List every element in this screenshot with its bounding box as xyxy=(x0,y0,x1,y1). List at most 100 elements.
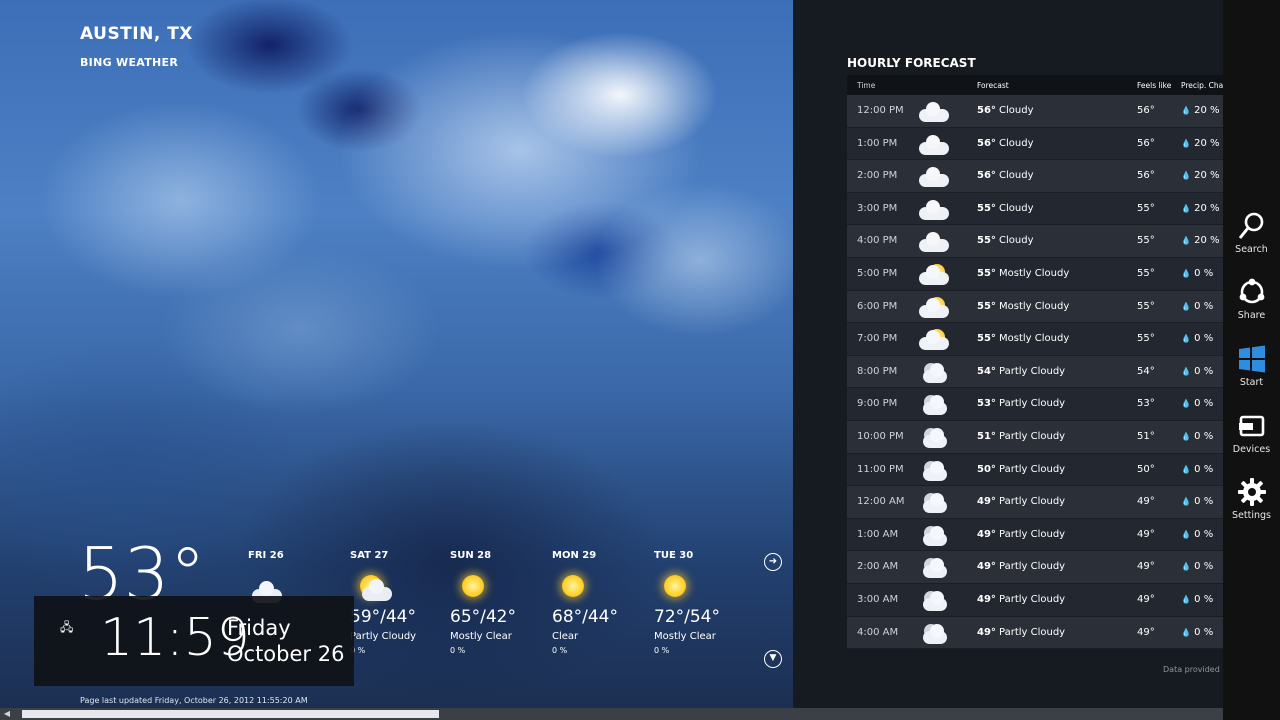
row-feels-like: 55° xyxy=(1137,267,1155,279)
row-temp: 49° xyxy=(977,561,996,573)
hourly-row[interactable]: 8:00 PM 54° Partly Cloudy 54° 💧 0 % xyxy=(847,355,1223,389)
daily-forecast-tue[interactable]: TUE 30 72°/54° Mostly Clear 0 % xyxy=(654,550,764,655)
scroll-down-arrow-icon[interactable]: ▼ xyxy=(764,650,782,668)
hourly-row[interactable]: 11:00 PM 50° Partly Cloudy 50° 💧 0 % xyxy=(847,453,1223,487)
row-precip-value: 0 % xyxy=(1194,496,1214,508)
row-condition: Partly Cloudy xyxy=(999,593,1066,605)
cloudy-icon xyxy=(919,166,949,188)
row-precip-value: 0 % xyxy=(1194,593,1214,605)
daily-forecast-sun[interactable]: SUN 28 65°/42° Mostly Clear 0 % xyxy=(450,550,560,655)
next-days-arrow-icon[interactable]: ➜ xyxy=(764,553,782,571)
hourly-row[interactable]: 12:00 AM 49° Partly Cloudy 49° 💧 0 % xyxy=(847,486,1223,519)
droplet-icon: 💧 xyxy=(1181,562,1191,572)
mostly-cloudy-icon xyxy=(919,263,949,286)
charm-label: Devices xyxy=(1232,444,1271,455)
charm-search[interactable]: Search xyxy=(1223,210,1280,255)
hourly-forecast-panel: HOURLY FORECAST Time Forecast Feels like… xyxy=(793,0,1223,708)
daily-forecast-mon[interactable]: MON 29 68°/44° Clear 0 % xyxy=(552,550,662,655)
hourly-row[interactable]: 10:00 PM 51° Partly Cloudy 51° 💧 0 % xyxy=(847,420,1223,454)
day-temp: 72°/54° xyxy=(654,607,720,627)
row-temp: 51° xyxy=(977,430,996,442)
hourly-row[interactable]: 4:00 AM 49° Partly Cloudy 49° 💧 0 % xyxy=(847,616,1223,650)
scroll-left-arrow-icon[interactable]: ◀ xyxy=(0,708,14,720)
partly-cloudy-night-icon xyxy=(919,427,949,449)
hourly-forecast-title: HOURLY FORECAST xyxy=(847,56,976,70)
row-condition: Partly Cloudy xyxy=(999,496,1066,508)
horizontal-scrollbar[interactable]: ◀ xyxy=(0,708,1223,720)
header-forecast: Forecast xyxy=(977,81,1009,90)
row-temp: 53° xyxy=(977,398,996,410)
row-temp: 54° xyxy=(977,365,996,377)
row-condition: Partly Cloudy xyxy=(999,398,1066,410)
location-title[interactable]: AUSTIN, TX xyxy=(80,24,193,44)
charm-share[interactable]: Share xyxy=(1223,276,1280,321)
row-time: 12:00 AM xyxy=(857,496,905,508)
hourly-forecast-table: Time Forecast Feels like Precip. Chance … xyxy=(847,75,1223,650)
day-condition: Partly Cloudy xyxy=(350,631,417,642)
row-precip: 💧 20 % xyxy=(1181,170,1220,181)
data-provided-text[interactable]: Data provided b xyxy=(1163,665,1223,674)
droplet-icon: 💧 xyxy=(1181,171,1191,181)
mostly-cloudy-icon xyxy=(919,329,949,351)
hourly-row[interactable]: 3:00 PM 55° Cloudy 55° 💧 20 % xyxy=(847,192,1223,226)
row-temp: 50° xyxy=(977,463,996,475)
hourly-row[interactable]: 1:00 PM 56° Cloudy 56° 💧 20 % xyxy=(847,127,1223,161)
charm-devices[interactable]: Devices xyxy=(1223,410,1280,455)
day-name: SAT 27 xyxy=(350,550,389,561)
windows-icon xyxy=(1223,343,1280,375)
row-condition: Partly Cloudy xyxy=(999,528,1066,540)
row-temp: 55° xyxy=(977,333,996,345)
droplet-icon: 💧 xyxy=(1181,203,1191,213)
charm-settings[interactable]: Settings xyxy=(1223,476,1280,521)
partly-cloudy-night-icon xyxy=(919,623,949,645)
hourly-row[interactable]: 7:00 PM 55° Mostly Cloudy 55° 💧 0 % xyxy=(847,323,1223,356)
row-precip-value: 0 % xyxy=(1194,626,1214,638)
row-precip-value: 0 % xyxy=(1194,430,1214,442)
hourly-row[interactable]: 2:00 AM 49° Partly Cloudy 49° 💧 0 % xyxy=(847,551,1223,584)
partly-cloudy-night-icon xyxy=(919,492,949,514)
row-precip-value: 0 % xyxy=(1194,333,1214,345)
network-icon: 🖧 xyxy=(60,620,74,634)
header-precip: Precip. Chance xyxy=(1181,81,1223,90)
clock-day: Friday xyxy=(227,616,291,640)
hourly-row[interactable]: 1:00 AM 49° Partly Cloudy 49° 💧 0 % xyxy=(847,518,1223,552)
row-precip: 💧 0 % xyxy=(1181,268,1213,279)
hourly-row[interactable]: 2:00 PM 56° Cloudy 56° 💧 20 % xyxy=(847,160,1223,193)
day-precip: 0 % xyxy=(350,646,366,655)
row-time: 5:00 PM xyxy=(857,267,898,279)
row-precip-value: 0 % xyxy=(1194,365,1214,377)
row-feels-like: 51° xyxy=(1137,430,1155,442)
hourly-row[interactable]: 9:00 PM 53° Partly Cloudy 53° 💧 0 % xyxy=(847,388,1223,421)
daily-forecast-sat[interactable]: SAT 27 59°/44° Partly Cloudy 0 % xyxy=(350,550,460,655)
row-condition: Partly Cloudy xyxy=(999,365,1066,377)
scroll-thumb[interactable] xyxy=(22,710,439,718)
row-feels-like: 55° xyxy=(1137,235,1155,247)
hourly-row[interactable]: 12:00 PM 56° Cloudy 56° 💧 20 % xyxy=(847,95,1223,128)
hourly-row[interactable]: 3:00 AM 49° Partly Cloudy 49° 💧 0 % xyxy=(847,583,1223,617)
droplet-icon: 💧 xyxy=(1181,334,1191,344)
partly-cloudy-night-icon xyxy=(919,394,949,416)
day-temp: 65°/42° xyxy=(450,607,516,627)
charms-bar: Search Share Start Devices Settings xyxy=(1223,0,1280,720)
day-name: SUN 28 xyxy=(450,550,492,561)
day-precip: 0 % xyxy=(654,646,670,655)
row-condition: Mostly Cloudy xyxy=(999,300,1070,312)
row-condition: Mostly Cloudy xyxy=(999,267,1070,279)
row-time: 4:00 AM xyxy=(857,626,899,638)
row-feels-like: 49° xyxy=(1137,561,1155,573)
row-feels-like: 50° xyxy=(1137,463,1155,475)
row-temp: 49° xyxy=(977,496,996,508)
row-condition: Cloudy xyxy=(999,137,1034,149)
row-feels-like: 55° xyxy=(1137,333,1155,345)
hourly-row[interactable]: 6:00 PM 55° Mostly Cloudy 55° 💧 0 % xyxy=(847,290,1223,324)
hourly-rows: 12:00 PM 56° Cloudy 56° 💧 20 % 1:00 PM 56° Clou… xyxy=(847,95,1223,650)
charm-start[interactable]: Start xyxy=(1223,343,1280,388)
weather-app-window: AUSTIN, TX BING WEATHER 53° FRI 26 SAT 2… xyxy=(0,0,1280,720)
header-feels-like: Feels like xyxy=(1137,81,1172,90)
droplet-icon: 💧 xyxy=(1181,594,1191,604)
charm-label: Search xyxy=(1235,244,1268,255)
hourly-row[interactable]: 5:00 PM 55° Mostly Cloudy 55° 💧 0 % xyxy=(847,257,1223,291)
hourly-row[interactable]: 4:00 PM 55° Cloudy 55° 💧 20 % xyxy=(847,225,1223,258)
row-precip-value: 0 % xyxy=(1194,300,1214,312)
droplet-icon: 💧 xyxy=(1181,431,1191,441)
